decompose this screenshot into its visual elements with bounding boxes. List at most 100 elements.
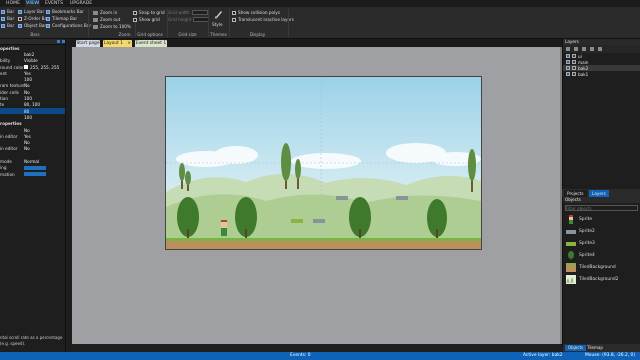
property-value[interactable]: 100 xyxy=(24,77,32,82)
add-layer-icon[interactable] xyxy=(566,47,570,51)
tab-layers[interactable]: Layers xyxy=(589,190,609,197)
pin-icon[interactable] xyxy=(57,40,60,43)
delete-layer-icon[interactable] xyxy=(598,47,602,51)
property-value[interactable]: 80 xyxy=(24,109,29,114)
checkbox-icon xyxy=(133,17,137,22)
style-brush-icon[interactable] xyxy=(214,9,223,19)
property-value[interactable]: 255, 255, 255 xyxy=(30,65,59,70)
visibility-checkbox-icon[interactable] xyxy=(566,60,570,64)
tab-tilemap[interactable]: Tilemap xyxy=(584,345,606,351)
tab-projects[interactable]: Projects xyxy=(564,190,587,197)
visibility-checkbox-icon[interactable] xyxy=(566,66,570,70)
move-up-icon[interactable] xyxy=(582,47,586,51)
object-item-tiledbackground2[interactable]: TiledBackground2 xyxy=(566,275,618,284)
tab-events[interactable]: EVENTS xyxy=(44,0,64,7)
layer-item[interactable]: bak1 xyxy=(563,71,640,77)
property-key: ing xyxy=(0,165,7,171)
layer-label: bak2 xyxy=(578,65,589,71)
style-button[interactable]: Style xyxy=(212,22,223,27)
layer-settings-icon[interactable] xyxy=(574,47,578,51)
property-key: mode xyxy=(0,158,12,164)
active-layer-status: Active layer: bak2 xyxy=(523,353,563,358)
zoom-100-button[interactable]: Zoom to 100% xyxy=(93,24,131,29)
color-swatch[interactable] xyxy=(24,65,28,70)
layout-scene[interactable] xyxy=(166,77,481,249)
checkbox-icon xyxy=(46,9,50,14)
property-value[interactable]: Visible xyxy=(24,58,38,63)
grid-width-control[interactable]: Grid width xyxy=(168,10,208,15)
tab-home[interactable]: HOME xyxy=(4,0,22,7)
close-icon[interactable] xyxy=(62,40,65,43)
property-key: bility xyxy=(0,58,11,64)
grid-height-control[interactable]: Grid height xyxy=(168,17,210,22)
property-value[interactable]: 100 xyxy=(24,96,32,101)
tab-layout-1[interactable]: Layout 1 × xyxy=(103,40,132,47)
property-value[interactable]: Normal xyxy=(24,159,39,164)
snap-to-grid-toggle[interactable]: Snap to grid xyxy=(133,10,165,15)
show-collision-toggle[interactable]: Show collision polys xyxy=(232,10,280,15)
toggle-object-bar[interactable]: Object Bar xyxy=(18,23,46,28)
lock-checkbox-icon[interactable] xyxy=(572,60,576,64)
property-value[interactable]: Yes xyxy=(24,134,31,139)
object-filter-input[interactable] xyxy=(565,205,638,211)
visibility-checkbox-icon[interactable] xyxy=(566,72,570,76)
toggle-tilemap-bar[interactable]: Tilemap Bar xyxy=(46,16,77,21)
property-value[interactable]: No xyxy=(24,140,30,145)
zoom-in-button[interactable]: Zoom in xyxy=(93,10,117,15)
toggle-zorder-bar[interactable]: Z-Order Bar xyxy=(18,16,49,21)
tab-objects[interactable]: Objects xyxy=(565,345,587,351)
toggle-bookmarks-bar[interactable]: Bookmarks Bar xyxy=(46,9,84,14)
object-label: TiledBackground xyxy=(579,265,616,270)
property-row[interactable]: round color 255, 255, 255 xyxy=(0,64,65,70)
object-label: Sprite3 xyxy=(579,241,595,246)
visibility-checkbox-icon[interactable] xyxy=(566,54,570,58)
property-key: ram texture xyxy=(0,83,24,89)
show-grid-toggle[interactable]: Show grid xyxy=(133,17,160,22)
tab-view[interactable]: VIEW xyxy=(25,0,40,7)
translucent-layers-toggle[interactable]: Translucent inactive layers xyxy=(232,17,294,22)
tab-upgrade[interactable]: UPGRADE xyxy=(69,0,93,7)
object-item-sprite3[interactable]: Sprite3 xyxy=(566,239,595,248)
toggle-bar-3[interactable]: Bar xyxy=(1,23,14,28)
move-down-icon[interactable] xyxy=(590,47,594,51)
tab-close-icon[interactable]: × xyxy=(127,41,131,46)
checkbox-icon xyxy=(18,16,22,21)
property-value[interactable]: 80, 100 xyxy=(24,102,40,107)
player-character xyxy=(221,220,227,236)
object-label: TiledBackground2 xyxy=(579,277,619,282)
property-value[interactable]: bak2 xyxy=(24,52,34,57)
menu-bar: HOME VIEW EVENTS UPGRADE xyxy=(0,0,640,7)
tab-label: Layout 1 xyxy=(103,41,124,46)
property-value[interactable]: No xyxy=(24,90,30,95)
lock-checkbox-icon[interactable] xyxy=(572,66,576,70)
property-value[interactable]: Yes xyxy=(24,71,31,76)
show-grid-label: Show grid xyxy=(139,17,160,22)
zoom-reset-icon xyxy=(93,24,98,29)
object-item-sprite[interactable]: Sprite xyxy=(566,215,592,224)
object-item-sprite4[interactable]: Sprite4 xyxy=(566,251,595,260)
toggle-configurations-bar[interactable]: Configurations Bar xyxy=(46,23,91,28)
property-value[interactable]: No xyxy=(24,83,30,88)
property-value[interactable]: 100 xyxy=(24,115,32,120)
grid-width-input[interactable] xyxy=(191,10,208,15)
lock-checkbox-icon[interactable] xyxy=(572,72,576,76)
checkbox-icon xyxy=(18,23,22,28)
object-item-sprite2[interactable]: Sprite2 xyxy=(566,227,595,236)
property-key: in editor xyxy=(0,133,18,139)
toggle-bar-2[interactable]: Bar xyxy=(1,16,14,21)
object-item-tiledbackground[interactable]: TiledBackground xyxy=(566,263,616,272)
property-value[interactable]: No xyxy=(24,146,30,151)
checkbox-icon xyxy=(133,10,137,15)
toggle-layer-bar[interactable]: Layer Bar xyxy=(18,9,44,14)
tab-event-sheet-1[interactable]: Event sheet 1 xyxy=(135,40,167,47)
checkbox-icon xyxy=(232,10,236,15)
zoom-out-button[interactable]: Zoom out xyxy=(93,17,120,22)
tab-start-page[interactable]: Start page xyxy=(76,40,100,47)
property-value[interactable]: No xyxy=(24,128,30,133)
toggle-bar-1[interactable]: Bar xyxy=(1,9,14,14)
property-row[interactable]: mation xyxy=(0,171,65,177)
property-link-value[interactable] xyxy=(24,165,46,170)
lock-checkbox-icon[interactable] xyxy=(572,54,576,58)
property-link-value[interactable] xyxy=(24,172,46,177)
properties-panel: operties bak2 bility Visible round color 255,… xyxy=(0,39,66,360)
